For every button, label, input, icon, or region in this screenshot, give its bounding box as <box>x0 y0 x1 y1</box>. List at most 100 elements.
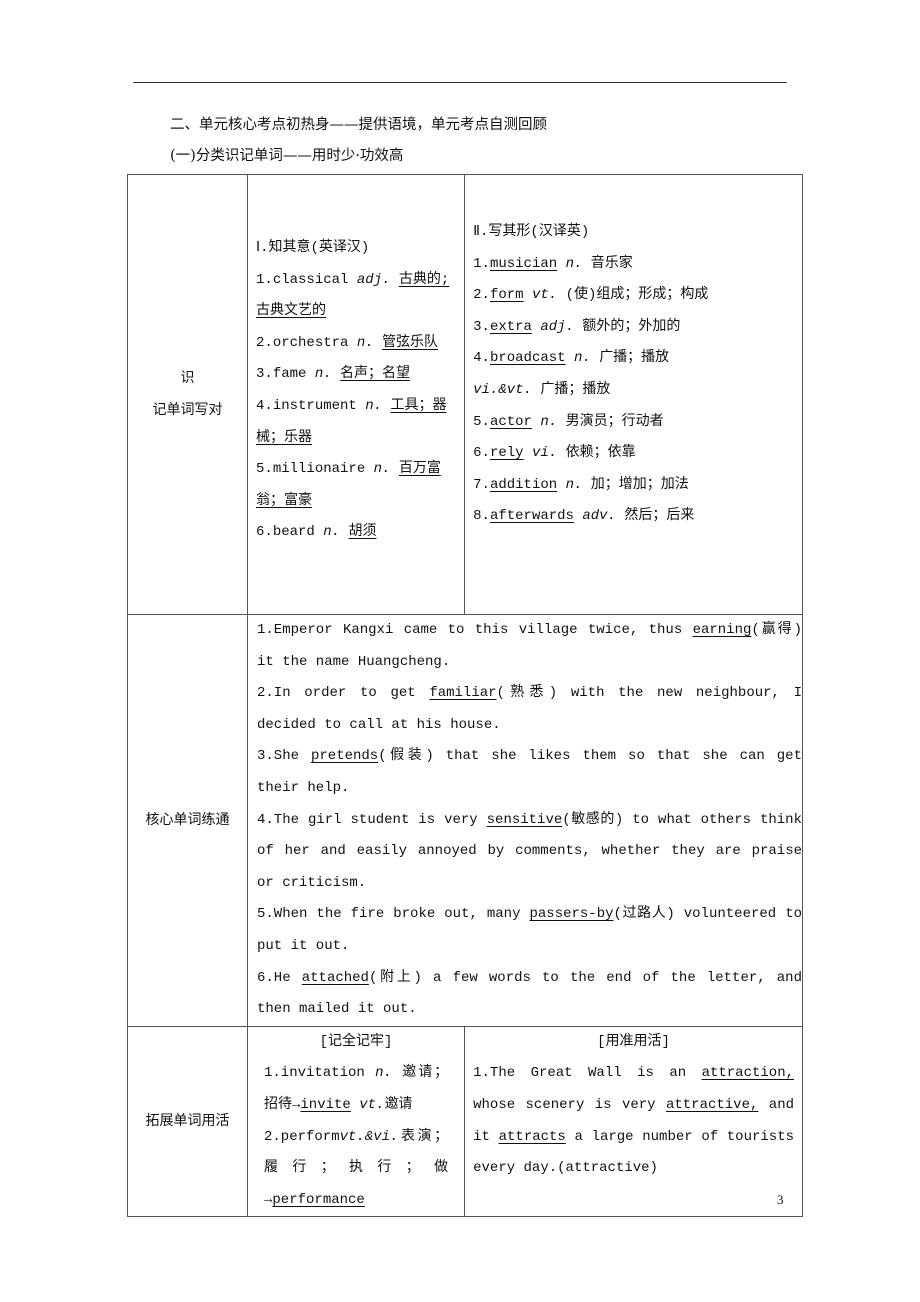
item-number: 7. <box>473 476 490 493</box>
item-number: 6. <box>256 524 273 541</box>
sentence-start: 5.When the fire broke out, many <box>257 906 530 923</box>
item-number: 4. <box>473 350 490 367</box>
row2-label: 核心单词练通 <box>127 614 248 1027</box>
item-number: 1. <box>256 271 273 288</box>
list-item: 5.millionaire n. 百万富翁；富豪 <box>256 454 456 517</box>
item-meaning: 男演员；行动者 <box>565 413 664 430</box>
item-word: classical <box>272 271 349 288</box>
item-pos: n. <box>373 461 391 478</box>
item-word: addition <box>489 476 558 493</box>
list-item: 2.form vt. (使)组成；形成；构成 <box>473 280 794 312</box>
item-pos: vt. <box>531 287 558 304</box>
item-pos: n. <box>356 334 374 351</box>
item-number: 2. <box>473 287 490 304</box>
item-pos: adv. <box>582 508 616 525</box>
item-pos: n. <box>565 476 583 493</box>
item-meaning: 胡须 <box>348 524 377 541</box>
sentence-item: 4.The girl student is very sensitive(敏感的… <box>257 805 802 900</box>
item-number: 3. <box>473 318 490 335</box>
item-word: instrument <box>272 397 357 414</box>
sentence-item: 5.When the fire broke out, many passers-… <box>257 899 802 962</box>
item-word: form <box>489 287 524 304</box>
item-meaning: (使)组成；形成；构成 <box>565 287 709 304</box>
header-rule <box>133 82 787 83</box>
item-number: 2. <box>256 334 273 351</box>
item-word: musician <box>489 255 558 272</box>
item-pos: n. <box>540 413 558 430</box>
list-item: 3.fame n. 名声；名望 <box>256 359 456 391</box>
item-meaning: 名声；名望 <box>340 366 411 383</box>
gloss: (过路人) <box>613 906 675 923</box>
item-word: orchestra <box>272 334 349 351</box>
gloss: (敏感的) <box>562 811 624 828</box>
item-word: millionaire <box>272 461 366 478</box>
item-meaning: 广播；播放 <box>599 350 670 367</box>
item-word: rely <box>489 445 524 462</box>
row1-right-cell: Ⅱ.写其形(汉译英) 1.musician n. 音乐家 2.form vt. (使… <box>464 174 803 615</box>
item-meaning: 然后；后来 <box>624 508 695 525</box>
sentence-start: 1.Emperor Kangxi came to this village tw… <box>257 622 693 638</box>
item-number: 1. <box>473 255 490 272</box>
sentence-start: 6.He <box>257 969 302 986</box>
list-item: 3.extra adj. 额外的；外加的 <box>473 312 794 344</box>
item-pos: vi. <box>531 445 558 462</box>
item-word: fame <box>272 366 307 383</box>
item-meaning: 音乐家 <box>590 255 633 272</box>
list-item: 1.musician n. 音乐家 <box>473 249 794 281</box>
item-word: beard <box>272 524 315 541</box>
sentence-end: it the name Huangcheng. <box>257 653 451 670</box>
answer-word: passers-by <box>529 906 614 923</box>
sentence-item: 3.She pretends(假装) that she likes them s… <box>257 741 802 804</box>
list-item: 6.rely vi. 依赖；依靠 <box>473 438 794 470</box>
item-word: extra <box>489 318 532 335</box>
row3-right-cell: [用准用活] 1.The Great Wall is an attraction… <box>464 1025 803 1218</box>
item-meaning: 额外的；外加的 <box>582 318 681 335</box>
left-title: Ⅰ.知其意(英译汉) <box>256 240 370 256</box>
list-item: 8.afterwards adv. 然后；后来 <box>473 501 794 533</box>
row1-left-cell: Ⅰ.知其意(英译汉) 1.classical adj. 古典的;古典文艺的 2.or… <box>246 174 466 615</box>
item-meaning: 管弦乐队 <box>382 334 439 351</box>
list-item: 4.instrument n. 工具；器械；乐器 <box>256 391 456 454</box>
list-item: 6.beard n. 胡须 <box>256 517 456 549</box>
page-number: 3 <box>777 1192 784 1207</box>
gloss: (赢得) <box>751 622 802 638</box>
sentence-item: 2.In order to get familiar(熟悉) with the … <box>257 678 802 741</box>
sentence-item: 1.Emperor Kangxi came to this village tw… <box>257 615 802 678</box>
row2-content: 1.Emperor Kangxi came to this village tw… <box>247 614 803 1027</box>
item-meaning: 依赖；依靠 <box>565 445 636 462</box>
list-item: 1.classical adj. 古典的;古典文艺的 <box>256 265 456 328</box>
item-number: 6. <box>473 445 490 462</box>
item-pos: n. <box>323 524 341 541</box>
item-pos: adj. <box>356 271 391 288</box>
answer-word: familiar <box>429 685 497 702</box>
answer-word: pretends <box>310 748 379 765</box>
sentence-start: 4.The girl student is very <box>257 811 487 828</box>
list-item: 2.orchestra n. 管弦乐队 <box>256 328 456 360</box>
list-item: 7.addition n. 加；增加；加法 <box>473 470 794 502</box>
right-title: Ⅱ.写其形(汉译英) <box>473 224 590 240</box>
item-pos: n. <box>365 397 383 414</box>
list-item: 4.broadcast n. 广播；播放 vi.&vt. 广播；播放 <box>473 343 794 406</box>
item-meaning: 加；增加；加法 <box>590 476 689 493</box>
item-pos: adj. <box>540 318 574 335</box>
sentence-start: 3.She <box>257 748 311 765</box>
item-pos-2: vi.&vt. <box>473 381 532 398</box>
item-pos: n. <box>314 366 332 383</box>
vocab-table: 识记单词写对 Ⅰ.知其意(英译汉) 1.classical adj. 古典的;古典… <box>127 174 803 1218</box>
item-word: broadcast <box>489 350 566 367</box>
item-number: 3. <box>256 366 273 383</box>
row3-label: 拓展单词用活 <box>127 1025 248 1218</box>
item-meaning-2: 广播；播放 <box>540 381 611 398</box>
row3-left-cell: [记全记牢] 1.invitation n. 邀请；招待→invite vt.邀… <box>246 1025 466 1218</box>
list-item: 5.actor n. 男演员；行动者 <box>473 407 794 439</box>
subsection-heading: (一)分类识记单词——用时少·功效高 <box>170 148 404 164</box>
item-number: 4. <box>256 397 273 414</box>
item-pos: n. <box>565 255 583 272</box>
row1-label: 识记单词写对 <box>127 174 248 615</box>
item-pos: n. <box>573 350 591 367</box>
item-word: afterwards <box>489 508 574 525</box>
item-number: 5. <box>256 461 273 478</box>
answer-word: attached <box>301 969 369 986</box>
document-page: 二、单元核心考点初热身——提供语境，单元考点自测回顾 (一)分类识记单词——用时… <box>0 0 920 1302</box>
answer-word: earning <box>692 622 752 638</box>
